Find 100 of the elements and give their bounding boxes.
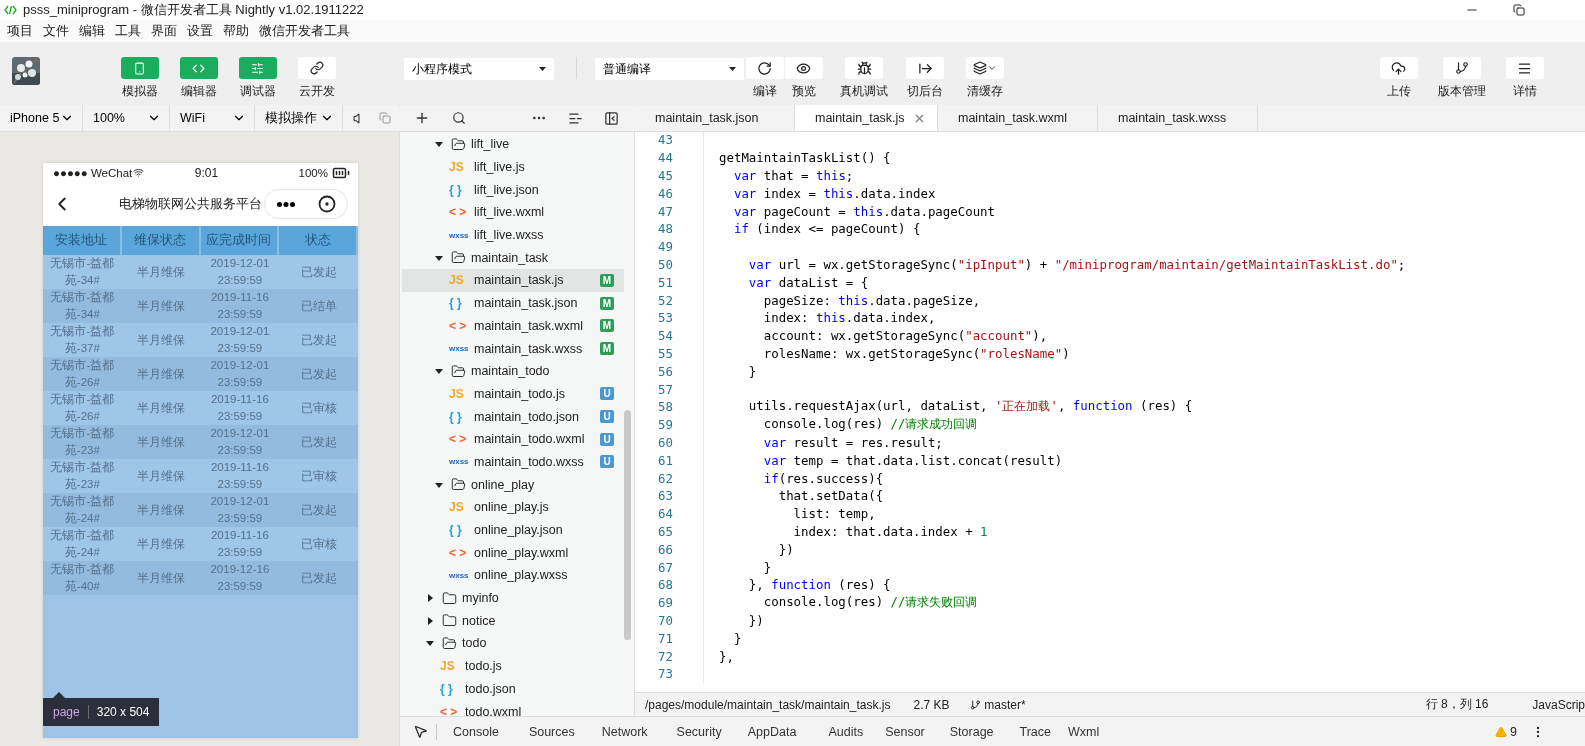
scrollbar-thumb[interactable] — [624, 410, 631, 640]
tree-item[interactable]: notice — [402, 609, 624, 633]
tree-item[interactable]: < > maintain_todo.wxml U — [402, 427, 624, 451]
menu-item[interactable]: 界面 — [151, 22, 177, 40]
line-number: 61 — [657, 452, 673, 468]
menu-item[interactable]: 微信开发者工具 — [259, 22, 350, 40]
toolbar-button[interactable] — [1379, 57, 1418, 79]
editor-tab[interactable]: maintain_task.wxss — [1098, 105, 1258, 131]
tree-item[interactable]: < > maintain_task.wxml M — [402, 314, 624, 338]
panel-toggle-button[interactable] — [238, 57, 277, 79]
toolbar-button[interactable] — [1505, 57, 1544, 79]
tree-item[interactable]: myinfo — [402, 586, 624, 610]
code-line: } — [747, 363, 757, 379]
device-select[interactable]: WiFi — [170, 105, 255, 131]
tree-item[interactable]: wxss online_play.wxss — [402, 564, 624, 587]
list-icon[interactable] — [567, 110, 583, 126]
tree-item[interactable]: < > todo.wxml — [402, 700, 624, 716]
devtools-tab[interactable]: Storage — [949, 724, 994, 739]
tree-item[interactable]: { } online_play.json — [402, 518, 624, 542]
compile-dropdown[interactable]: 普通编译 — [595, 58, 744, 80]
tree-item[interactable]: wxss lift_live.wxss — [402, 223, 624, 247]
devtools-tab[interactable]: Security — [676, 724, 722, 739]
devtools-tab[interactable]: AppData — [747, 724, 797, 739]
table-cell: 半月维保 — [121, 357, 201, 391]
tree-item[interactable]: { } maintain_task.json M — [402, 291, 624, 315]
menu-item[interactable]: 工具 — [115, 22, 141, 40]
tree-item[interactable]: JS lift_live.js — [402, 155, 624, 179]
button-label: 真机调试 — [840, 83, 888, 100]
code-line: list: temp, — [792, 506, 876, 522]
branch-icon — [969, 698, 981, 711]
toolbar-button[interactable] — [1442, 57, 1481, 79]
code-line: }) — [777, 541, 794, 557]
cursor-position[interactable]: 行 8，列 16 — [1425, 696, 1489, 713]
line-number: 70 — [657, 612, 673, 628]
tree-item[interactable]: maintain_task — [402, 246, 624, 270]
tree-item[interactable]: wxss maintain_todo.wxss U — [402, 450, 624, 474]
tree-item[interactable]: < > online_play.wxml — [402, 541, 624, 565]
toolbar-button[interactable] — [784, 57, 823, 79]
restore-icon[interactable] — [1513, 4, 1525, 16]
file-type-icon: wxss — [449, 344, 471, 354]
device-select[interactable]: iPhone 5 — [0, 105, 83, 131]
toolbar-button[interactable] — [906, 57, 944, 79]
tree-item[interactable]: online_play — [402, 473, 624, 496]
table-cell: 无锡市-益都苑-24# — [43, 493, 122, 527]
editor-tab[interactable]: maintain_task.js — [795, 105, 938, 131]
warning-count[interactable]: 9 — [1510, 724, 1517, 739]
devtools-tab[interactable]: Sensor — [885, 724, 925, 739]
code-line: var url = wx.getStorageSync("ipInput") + "/miniprogram/maintain/getMaintainTaskList.do"; — [747, 256, 1406, 272]
tree-item[interactable]: JS online_play.js — [402, 496, 624, 519]
device-select[interactable]: 100% — [83, 105, 170, 131]
branch-name[interactable]: master* — [984, 697, 1026, 712]
language-mode[interactable]: JavaScrip — [1532, 697, 1585, 712]
tree-item[interactable]: JS maintain_task.js M — [402, 269, 624, 292]
devtools-tab[interactable]: Network — [601, 724, 648, 739]
table-header-cell: 维保状态 — [121, 226, 201, 255]
tree-item[interactable]: { } lift_live.json — [402, 178, 624, 202]
tree-item[interactable]: { } todo.json — [402, 677, 624, 701]
menu-item[interactable]: 编辑 — [79, 22, 105, 40]
menu-item[interactable]: 帮助 — [223, 22, 249, 40]
code-line: account: wx.getStorageSync("account"), — [762, 328, 1048, 344]
capsule-button[interactable] — [264, 189, 348, 219]
page-title: 电梯物联网公共服务平台 — [119, 195, 262, 213]
menu-item[interactable]: 设置 — [187, 22, 213, 40]
file-type-icon: JS — [449, 160, 471, 175]
search-icon[interactable] — [452, 111, 466, 125]
panel-toggle-button[interactable] — [297, 57, 336, 79]
toolbar-button[interactable] — [745, 57, 784, 79]
code-line: var index = this.data.index — [732, 185, 936, 201]
toolbar-button[interactable] — [845, 57, 883, 79]
plus-icon[interactable] — [414, 110, 430, 126]
file-type-icon: { } — [449, 182, 471, 197]
tree-item[interactable]: < > lift_live.wxml — [402, 201, 624, 224]
panel-toggle-button[interactable] — [120, 57, 159, 79]
tree-item[interactable]: JS maintain_todo.js U — [402, 382, 624, 406]
code-line: rolesName: wx.getStorageSync("rolesName") — [762, 345, 1070, 361]
tree-item[interactable]: todo — [402, 632, 624, 655]
device-select[interactable]: 模拟操作 — [255, 105, 343, 131]
panel-icon[interactable] — [603, 110, 619, 126]
tree-item[interactable]: lift_live — [402, 133, 624, 156]
panel-toggle-button[interactable] — [179, 57, 218, 79]
editor-tab[interactable]: maintain_task.wxml — [938, 105, 1098, 131]
devtools-tab[interactable]: Trace — [1019, 724, 1052, 739]
inspect-icon[interactable] — [413, 724, 428, 739]
mode-dropdown[interactable]: 小程序模式 — [404, 58, 554, 80]
tree-item[interactable]: wxss maintain_task.wxss M — [402, 337, 624, 360]
tree-item[interactable]: maintain_todo — [402, 359, 624, 383]
devtools-tab[interactable]: Console — [453, 724, 499, 739]
table-cell: 已结单 — [279, 289, 358, 323]
toolbar-button[interactable] — [966, 57, 1004, 79]
file-size: 2.7 KB — [913, 697, 950, 712]
tree-item[interactable]: { } maintain_todo.json U — [402, 405, 624, 428]
devtools-tab[interactable]: Sources — [528, 724, 575, 739]
line-number: 43 — [657, 132, 673, 148]
menu-item[interactable]: 文件 — [43, 22, 69, 40]
tree-item[interactable]: JS todo.js — [402, 654, 624, 678]
file-type-icon: { } — [449, 296, 471, 311]
devtools-tab[interactable]: Audits — [828, 724, 864, 739]
devtools-tab[interactable]: Wxml — [1068, 724, 1100, 739]
status-badge: M — [600, 342, 614, 356]
menu-item[interactable]: 项目 — [7, 22, 33, 40]
